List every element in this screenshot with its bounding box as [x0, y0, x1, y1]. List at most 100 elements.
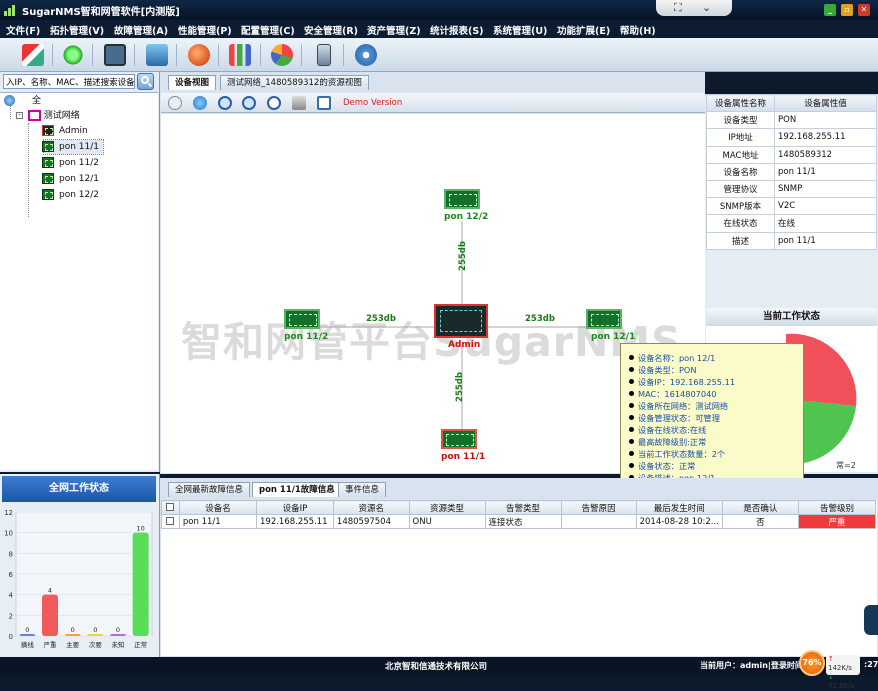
property-value: 1480589312	[774, 145, 877, 164]
print-icon[interactable]	[292, 96, 306, 110]
home-view-icon[interactable]	[193, 96, 207, 110]
tree-item-pon-11-1[interactable]: pon 11/1	[42, 139, 104, 155]
link-label: 253db	[366, 314, 396, 324]
column-header[interactable]: 设备IP	[256, 500, 334, 515]
menu-file[interactable]: 文件(F)	[6, 23, 40, 37]
menu-security[interactable]: 安全管理(R)	[304, 23, 358, 37]
property-name: IP地址	[706, 128, 775, 147]
menu-fault[interactable]: 故障管理(A)	[114, 23, 168, 37]
tree-item-pon-12-1[interactable]: pon 12/1	[42, 172, 99, 186]
table-header-row: 设备名 设备IP 资源名 资源类型 告警类型 告警原因 最后发生时间 是否确认 …	[161, 500, 877, 515]
node-label: Admin	[448, 340, 481, 350]
pon-device-icon	[586, 309, 622, 329]
property-value: SNMP	[774, 179, 877, 199]
menu-asset[interactable]: 资产管理(Z)	[367, 23, 421, 37]
menu-help[interactable]: 帮助(H)	[620, 23, 656, 37]
x-tick-label: 摘线	[21, 640, 35, 649]
cpu-usage-badge[interactable]: 76%	[799, 650, 825, 676]
property-value: 在线	[774, 214, 877, 233]
tab-device-faults[interactable]: pon 11/1故障信息	[252, 482, 342, 497]
menu-system[interactable]: 系统管理(U)	[493, 23, 547, 37]
maximize-button[interactable]: ▫	[841, 4, 853, 16]
fault-pane: 全网最新故障信息 pon 11/1故障信息 事件信息 设备名 设备IP 资源名 …	[160, 478, 878, 657]
tree-item-pon-11-2[interactable]: pon 11/2	[42, 156, 99, 170]
tooltip-line: 设备管理状态：可管理	[629, 412, 720, 424]
minimize-button[interactable]: _	[824, 4, 836, 16]
device-search-input[interactable]	[3, 74, 135, 89]
property-value: pon 11/1	[774, 162, 877, 181]
toolbar-separator	[52, 44, 53, 66]
property-header-name: 设备属性名称	[706, 93, 775, 113]
tooltip-line: 设备名称：pon 12/1	[629, 352, 715, 364]
monitor-icon[interactable]	[146, 44, 168, 66]
column-header[interactable]: 告警级别	[797, 500, 877, 515]
refresh-icon[interactable]	[62, 44, 84, 66]
login-user-info: 当前用户：admin|登录时间：	[700, 661, 811, 670]
menu-performance[interactable]: 性能管理(P)	[178, 23, 232, 37]
row-select-cell[interactable]	[161, 514, 180, 529]
column-header[interactable]: 设备名	[178, 500, 258, 515]
server-icon[interactable]	[317, 44, 331, 66]
row-checkbox[interactable]	[166, 517, 175, 525]
select-all-cell[interactable]	[161, 500, 180, 515]
cell-alarm-level: 严重	[797, 514, 877, 529]
export-icon[interactable]	[317, 96, 331, 110]
menu-config[interactable]: 配置管理(C)	[241, 23, 295, 37]
upload-speed: 142K/s	[828, 664, 852, 672]
tree-item-admin[interactable]: Admin	[42, 124, 88, 138]
table-row[interactable]: pon 11/1 192.168.255.11 1480597504 ONU 连…	[161, 514, 877, 529]
menu-extension[interactable]: 功能扩展(E)	[557, 23, 610, 37]
chevron-down-icon[interactable]: ⌄	[702, 1, 711, 14]
y-tick-label: 2	[9, 612, 13, 620]
column-header[interactable]: 告警原因	[560, 500, 637, 515]
network-icon[interactable]	[355, 44, 377, 66]
network-speed-widget: ↑ 142K/s ↓ 71.8K/s	[826, 655, 860, 690]
tree-item-pon-12-2[interactable]: pon 12/2	[42, 188, 99, 202]
select-all-checkbox[interactable]	[166, 503, 175, 511]
cell-alarm-reason	[560, 514, 637, 529]
column-header[interactable]: 资源类型	[408, 500, 486, 515]
tree-item-label: pon 11/2	[59, 158, 99, 168]
column-header[interactable]: 资源名	[332, 500, 410, 515]
pon-device-icon	[284, 309, 320, 329]
tree-root[interactable]: 全 网	[4, 94, 41, 120]
zoom-fit-icon[interactable]	[267, 96, 281, 110]
search-button[interactable]	[137, 73, 154, 90]
save-icon[interactable]	[104, 44, 126, 66]
home-icon[interactable]	[22, 44, 44, 66]
bar-value-label: 0	[25, 626, 29, 634]
zoom-in-icon[interactable]	[218, 96, 232, 110]
side-panel-handle[interactable]	[864, 605, 878, 635]
column-header[interactable]: 告警类型	[484, 500, 562, 515]
network-group-icon	[27, 110, 41, 121]
close-button[interactable]: ✕	[858, 4, 870, 16]
tab-latest-faults[interactable]: 全网最新故障信息	[168, 482, 251, 497]
pie-chart-icon[interactable]	[271, 44, 293, 66]
column-header[interactable]: 最后发生时间	[635, 500, 723, 515]
tree-group[interactable]: - 测试网络	[16, 109, 80, 123]
y-tick-label: 8	[9, 550, 13, 558]
bar-chart-icon[interactable]	[229, 44, 251, 66]
tree-item-label: pon 11/1	[59, 142, 99, 152]
alarm-icon[interactable]	[188, 44, 210, 66]
tab-resource-view[interactable]: 测试网络_1480589312的资源视图	[220, 75, 369, 90]
collapse-toggle-icon[interactable]: -	[16, 112, 23, 119]
property-value: 192.168.255.11	[774, 128, 877, 147]
tab-events[interactable]: 事件信息	[338, 482, 387, 497]
menu-report[interactable]: 统计报表(S)	[430, 23, 484, 37]
tab-device-view[interactable]: 设备视图	[168, 75, 217, 90]
network-status-title: 全网工作状态	[2, 476, 156, 502]
tooltip-line: 设备状态：正常	[629, 460, 695, 472]
bar-5	[132, 532, 149, 636]
zoom-out-icon[interactable]	[242, 96, 256, 110]
topology-toolbar: Demo Version	[161, 93, 705, 113]
back-icon[interactable]	[168, 96, 182, 110]
tree-item-label: Admin	[59, 126, 88, 136]
tooltip-line: 设备类型：PON	[629, 364, 696, 376]
demo-version-label: Demo Version	[343, 98, 403, 108]
menu-topology[interactable]: 拓扑管理(V)	[50, 23, 104, 37]
y-tick-label: 0	[9, 633, 13, 641]
column-header[interactable]: 是否确认	[721, 500, 799, 515]
node-label: pon 11/2	[284, 332, 329, 342]
fullscreen-icon[interactable]: ⛶	[674, 1, 682, 15]
